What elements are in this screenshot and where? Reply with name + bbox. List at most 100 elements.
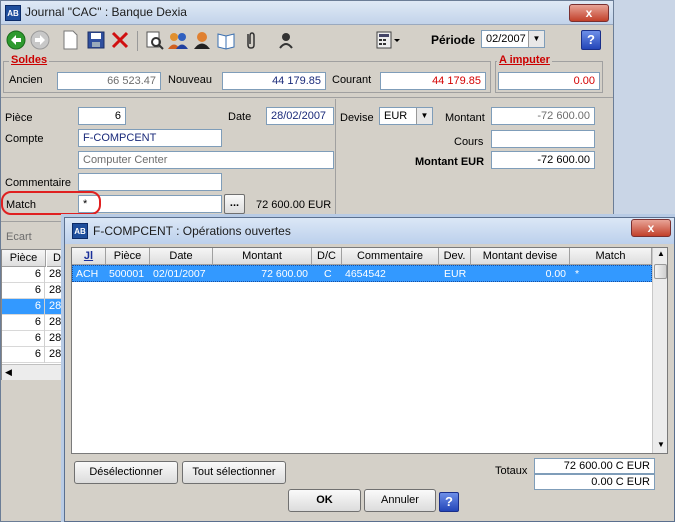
journal-col-piece: Pièce <box>2 250 46 267</box>
row-date: 02/01/2007 <box>153 268 206 280</box>
col-piece[interactable]: Pièce <box>106 248 150 265</box>
a-imputer-field: 0.00 <box>498 72 600 90</box>
deselect-button[interactable]: Désélectionner <box>74 461 178 484</box>
users-icon[interactable] <box>167 29 189 51</box>
commentaire-label: Commentaire <box>5 177 72 189</box>
nouveau-field: 44 179.85 <box>222 72 326 90</box>
open-operations-dialog: AB F-COMPCENT : Opérations ouvertes x Jl… <box>64 217 675 522</box>
col-jl[interactable]: Jl <box>72 248 106 265</box>
list-vscrollbar[interactable]: ▲ ▼ <box>652 248 667 453</box>
annuler-button[interactable]: Annuler <box>364 489 436 512</box>
scroll-down-icon[interactable]: ▼ <box>657 440 665 449</box>
back-icon[interactable] <box>5 29 27 51</box>
forward-icon[interactable] <box>29 29 51 51</box>
contact-icon[interactable] <box>275 29 297 51</box>
montant-field[interactable]: -72 600.00 <box>491 107 595 125</box>
cours-field[interactable] <box>491 130 595 148</box>
close-button[interactable]: x <box>569 4 609 22</box>
journal-row[interactable]: 6 28 <box>2 267 64 283</box>
periode-select[interactable]: 02/2007 ▼ <box>481 30 545 48</box>
devise-select[interactable]: EUR ▼ <box>379 107 433 125</box>
periode-value: 02/2007 <box>486 33 526 45</box>
journal-row[interactable]: 6 28 <box>2 315 64 331</box>
cours-label: Cours <box>454 136 484 148</box>
scroll-up-icon[interactable]: ▲ <box>657 249 665 258</box>
courant-label: Courant <box>332 74 372 86</box>
scroll-thumb[interactable] <box>654 264 667 279</box>
window-title: Journal "CAC" : Banque Dexia <box>25 5 187 19</box>
dialog-close-button[interactable]: x <box>631 219 671 237</box>
help-button[interactable]: ? <box>581 30 601 50</box>
col-commentaire[interactable]: Commentaire <box>342 248 439 265</box>
montant-eur-label: Montant EUR <box>415 156 485 168</box>
journal-hscrollbar[interactable]: ◀ <box>2 364 66 380</box>
journal-row-date: 28 <box>49 332 62 344</box>
ok-button[interactable]: OK <box>288 489 361 512</box>
col-montant[interactable]: Montant <box>213 248 312 265</box>
scroll-left-icon[interactable]: ◀ <box>5 367 12 378</box>
chevron-down-icon: ▼ <box>528 31 544 47</box>
section-divider <box>1 97 613 98</box>
courant-field: 44 179.85 <box>380 72 486 90</box>
journal-row-date: 28 <box>49 348 62 360</box>
row-dc: C <box>324 268 332 280</box>
book-icon[interactable] <box>215 29 237 51</box>
print-preview-icon[interactable] <box>143 29 165 51</box>
journal-row-date: 28 <box>49 300 62 312</box>
journal-row[interactable]: 6 28 <box>2 283 64 299</box>
devise-value: EUR <box>384 110 408 122</box>
journal-row[interactable]: 6 28 <box>2 347 64 363</box>
montant-eur-field[interactable]: -72 600.00 <box>491 151 595 169</box>
periode-label: Période <box>431 33 476 47</box>
match-browse-button[interactable]: ... <box>224 194 245 214</box>
row-dev: EUR <box>444 268 467 280</box>
attach-icon[interactable] <box>239 29 261 51</box>
match-highlight-circle <box>1 191 101 215</box>
commentaire-field[interactable] <box>78 173 222 191</box>
dialog-app-icon: AB <box>72 223 88 239</box>
montant-label: Montant <box>445 112 485 124</box>
total-2-field: 0.00 C EUR <box>534 474 655 490</box>
save-icon[interactable] <box>85 29 107 51</box>
piece-label: Pièce <box>5 112 33 124</box>
calculator-icon[interactable] <box>375 29 401 51</box>
title-bar: AB Journal "CAC" : Banque Dexia x <box>1 1 613 25</box>
compte-field[interactable]: F-COMPCENT <box>78 129 222 147</box>
dialog-help-button[interactable]: ? <box>439 492 459 512</box>
devise-label: Devise <box>340 112 374 124</box>
journal-row-piece: 6 <box>2 299 45 315</box>
totaux-label: Totaux <box>495 465 528 477</box>
select-all-button[interactable]: Tout sélectionner <box>182 461 286 484</box>
vertical-divider <box>335 99 336 219</box>
date-field[interactable]: 28/02/2007 <box>266 107 334 125</box>
journal-row-piece: 6 <box>2 347 45 363</box>
row-match: * <box>575 268 580 280</box>
journal-row-date: 28 <box>49 268 62 280</box>
dialog-title: F-COMPCENT : Opérations ouvertes <box>93 224 291 238</box>
date-label: Date <box>228 111 252 123</box>
journal-row-piece: 6 <box>2 283 45 299</box>
journal-row-piece: 6 <box>2 315 45 331</box>
new-document-icon[interactable] <box>59 29 81 51</box>
col-date[interactable]: Date <box>150 248 213 265</box>
journal-row-piece: 6 <box>2 267 45 283</box>
col-dev[interactable]: Dev. <box>439 248 471 265</box>
table-row[interactable]: ACH 500001 02/01/2007 72 600.00 C 465454… <box>72 265 652 282</box>
col-match[interactable]: Match <box>570 248 652 265</box>
a-imputer-title: A imputer <box>497 54 552 66</box>
match-amount: 72 600.00 EUR <box>256 199 332 211</box>
nouveau-label: Nouveau <box>168 74 213 86</box>
piece-field[interactable]: 6 <box>78 107 126 125</box>
compte-label: Compte <box>5 133 44 145</box>
operations-list: Jl Pièce Date Montant D/C Commentaire De… <box>71 247 668 454</box>
ecart-label: Ecart <box>6 231 32 243</box>
ancien-field: 66 523.47 <box>57 72 161 90</box>
delete-icon[interactable] <box>109 29 131 51</box>
journal-row[interactable]: 6 28 <box>2 331 64 347</box>
row-montant-devise: 0.00 <box>545 268 566 280</box>
journal-row-piece: 6 <box>2 331 45 347</box>
user-icon[interactable] <box>191 29 213 51</box>
col-montant-devise[interactable]: Montant devise <box>471 248 570 265</box>
journal-row[interactable]: 6 28 <box>2 299 64 315</box>
col-dc[interactable]: D/C <box>312 248 342 265</box>
